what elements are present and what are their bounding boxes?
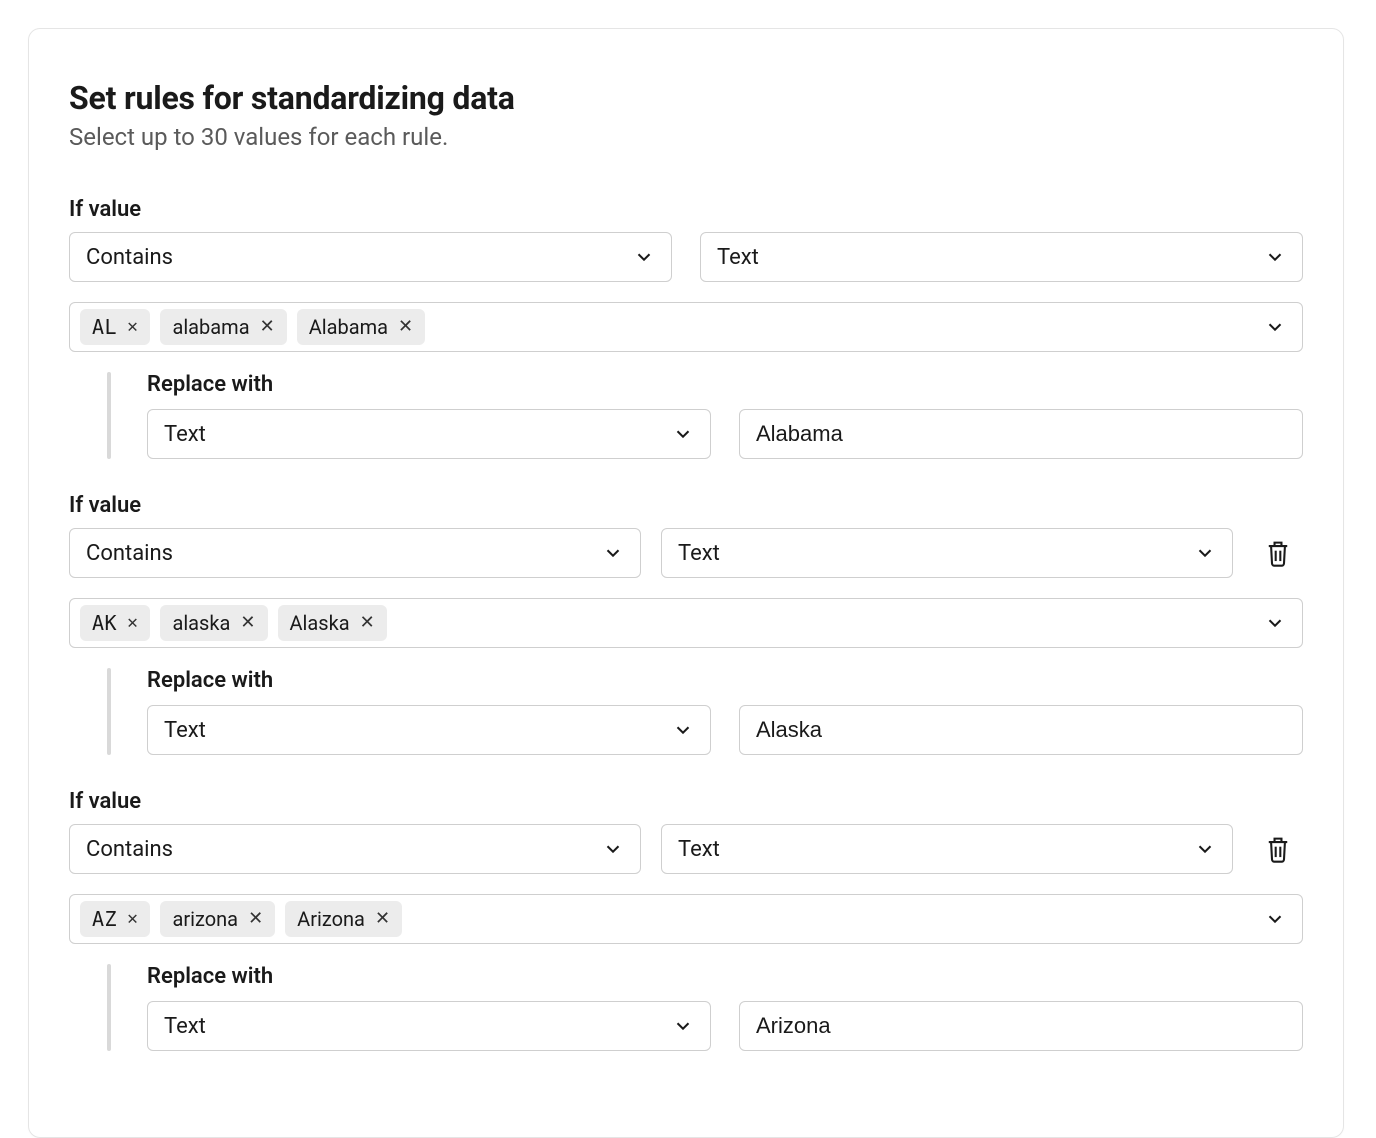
remove-tag-icon[interactable]: ✕ — [375, 910, 390, 928]
select-value: Contains — [86, 245, 173, 270]
value-tag: Alabama ✕ — [297, 309, 425, 345]
chevron-down-icon[interactable] — [1264, 316, 1286, 338]
if-value-label: If value — [69, 197, 1303, 222]
rule-block: If value Contains Text AL ✕ — [69, 197, 1303, 459]
chevron-down-icon — [1194, 542, 1216, 564]
condition-type-select[interactable]: Text — [661, 824, 1233, 874]
tag-label: AK — [92, 611, 117, 635]
indent-bar — [107, 964, 111, 1051]
select-value: Text — [717, 245, 759, 270]
replace-value-input[interactable] — [739, 409, 1303, 459]
replace-value-input[interactable] — [739, 1001, 1303, 1051]
remove-tag-icon[interactable]: ✕ — [260, 318, 275, 336]
chevron-down-icon[interactable] — [1264, 908, 1286, 930]
select-value: Text — [164, 718, 206, 743]
chevron-down-icon — [633, 246, 655, 268]
chevron-down-icon — [602, 838, 624, 860]
value-tag-input[interactable]: AL ✕ alabama ✕ Alabama ✕ — [69, 302, 1303, 352]
rule-block: If value Contains Text — [69, 493, 1303, 755]
select-value: Text — [678, 837, 720, 862]
tag-label: Arizona — [297, 907, 365, 931]
value-tag: arizona ✕ — [160, 901, 275, 937]
remove-tag-icon[interactable]: ✕ — [248, 910, 263, 928]
condition-type-select[interactable]: Text — [700, 232, 1303, 282]
condition-type-select[interactable]: Text — [661, 528, 1233, 578]
page-title: Set rules for standardizing data — [69, 79, 1303, 117]
delete-rule-button[interactable] — [1253, 824, 1303, 874]
indent-bar — [107, 668, 111, 755]
chevron-down-icon — [672, 423, 694, 445]
select-value: Contains — [86, 837, 173, 862]
chevron-down-icon — [672, 719, 694, 741]
indent-bar — [107, 372, 111, 459]
condition-operator-select[interactable]: Contains — [69, 232, 672, 282]
page-subtitle: Select up to 30 values for each rule. — [69, 123, 1303, 151]
value-tag-input[interactable]: AZ ✕ arizona ✕ Arizona ✕ — [69, 894, 1303, 944]
select-value: Text — [164, 1014, 206, 1039]
condition-operator-select[interactable]: Contains — [69, 824, 641, 874]
remove-tag-icon[interactable]: ✕ — [360, 614, 375, 632]
value-tag: alaska ✕ — [160, 605, 267, 641]
replace-with-label: Replace with — [147, 372, 1303, 397]
chevron-down-icon[interactable] — [1264, 612, 1286, 634]
chevron-down-icon — [1264, 246, 1286, 268]
delete-rule-button[interactable] — [1253, 528, 1303, 578]
rules-card: Set rules for standardizing data Select … — [28, 28, 1344, 1138]
value-tag: AK ✕ — [80, 605, 150, 641]
value-tag: Arizona ✕ — [285, 901, 402, 937]
select-value: Text — [164, 422, 206, 447]
replace-with-label: Replace with — [147, 668, 1303, 693]
chevron-down-icon — [672, 1015, 694, 1037]
replace-type-select[interactable]: Text — [147, 1001, 711, 1051]
tag-label: alaska — [172, 611, 230, 635]
tag-label: AL — [92, 315, 117, 339]
replace-value-input[interactable] — [739, 705, 1303, 755]
value-tag: Alaska ✕ — [278, 605, 387, 641]
remove-tag-icon[interactable]: ✕ — [127, 614, 138, 632]
trash-icon — [1264, 834, 1292, 864]
chevron-down-icon — [1194, 838, 1216, 860]
tag-label: Alabama — [309, 315, 388, 339]
value-tag-input[interactable]: AK ✕ alaska ✕ Alaska ✕ — [69, 598, 1303, 648]
replace-with-label: Replace with — [147, 964, 1303, 989]
replace-type-select[interactable]: Text — [147, 705, 711, 755]
select-value: Contains — [86, 541, 173, 566]
remove-tag-icon[interactable]: ✕ — [398, 318, 413, 336]
tag-label: arizona — [172, 907, 238, 931]
trash-icon — [1264, 538, 1292, 568]
value-tag: AZ ✕ — [80, 901, 150, 937]
rule-block: If value Contains Text — [69, 789, 1303, 1051]
select-value: Text — [678, 541, 720, 566]
value-tag: alabama ✕ — [160, 309, 286, 345]
tag-label: AZ — [92, 907, 117, 931]
tag-label: Alaska — [290, 611, 350, 635]
if-value-label: If value — [69, 493, 1303, 518]
remove-tag-icon[interactable]: ✕ — [240, 614, 255, 632]
value-tag: AL ✕ — [80, 309, 150, 345]
remove-tag-icon[interactable]: ✕ — [127, 910, 138, 928]
replace-type-select[interactable]: Text — [147, 409, 711, 459]
remove-tag-icon[interactable]: ✕ — [127, 318, 138, 336]
tag-label: alabama — [172, 315, 249, 339]
chevron-down-icon — [602, 542, 624, 564]
if-value-label: If value — [69, 789, 1303, 814]
condition-operator-select[interactable]: Contains — [69, 528, 641, 578]
